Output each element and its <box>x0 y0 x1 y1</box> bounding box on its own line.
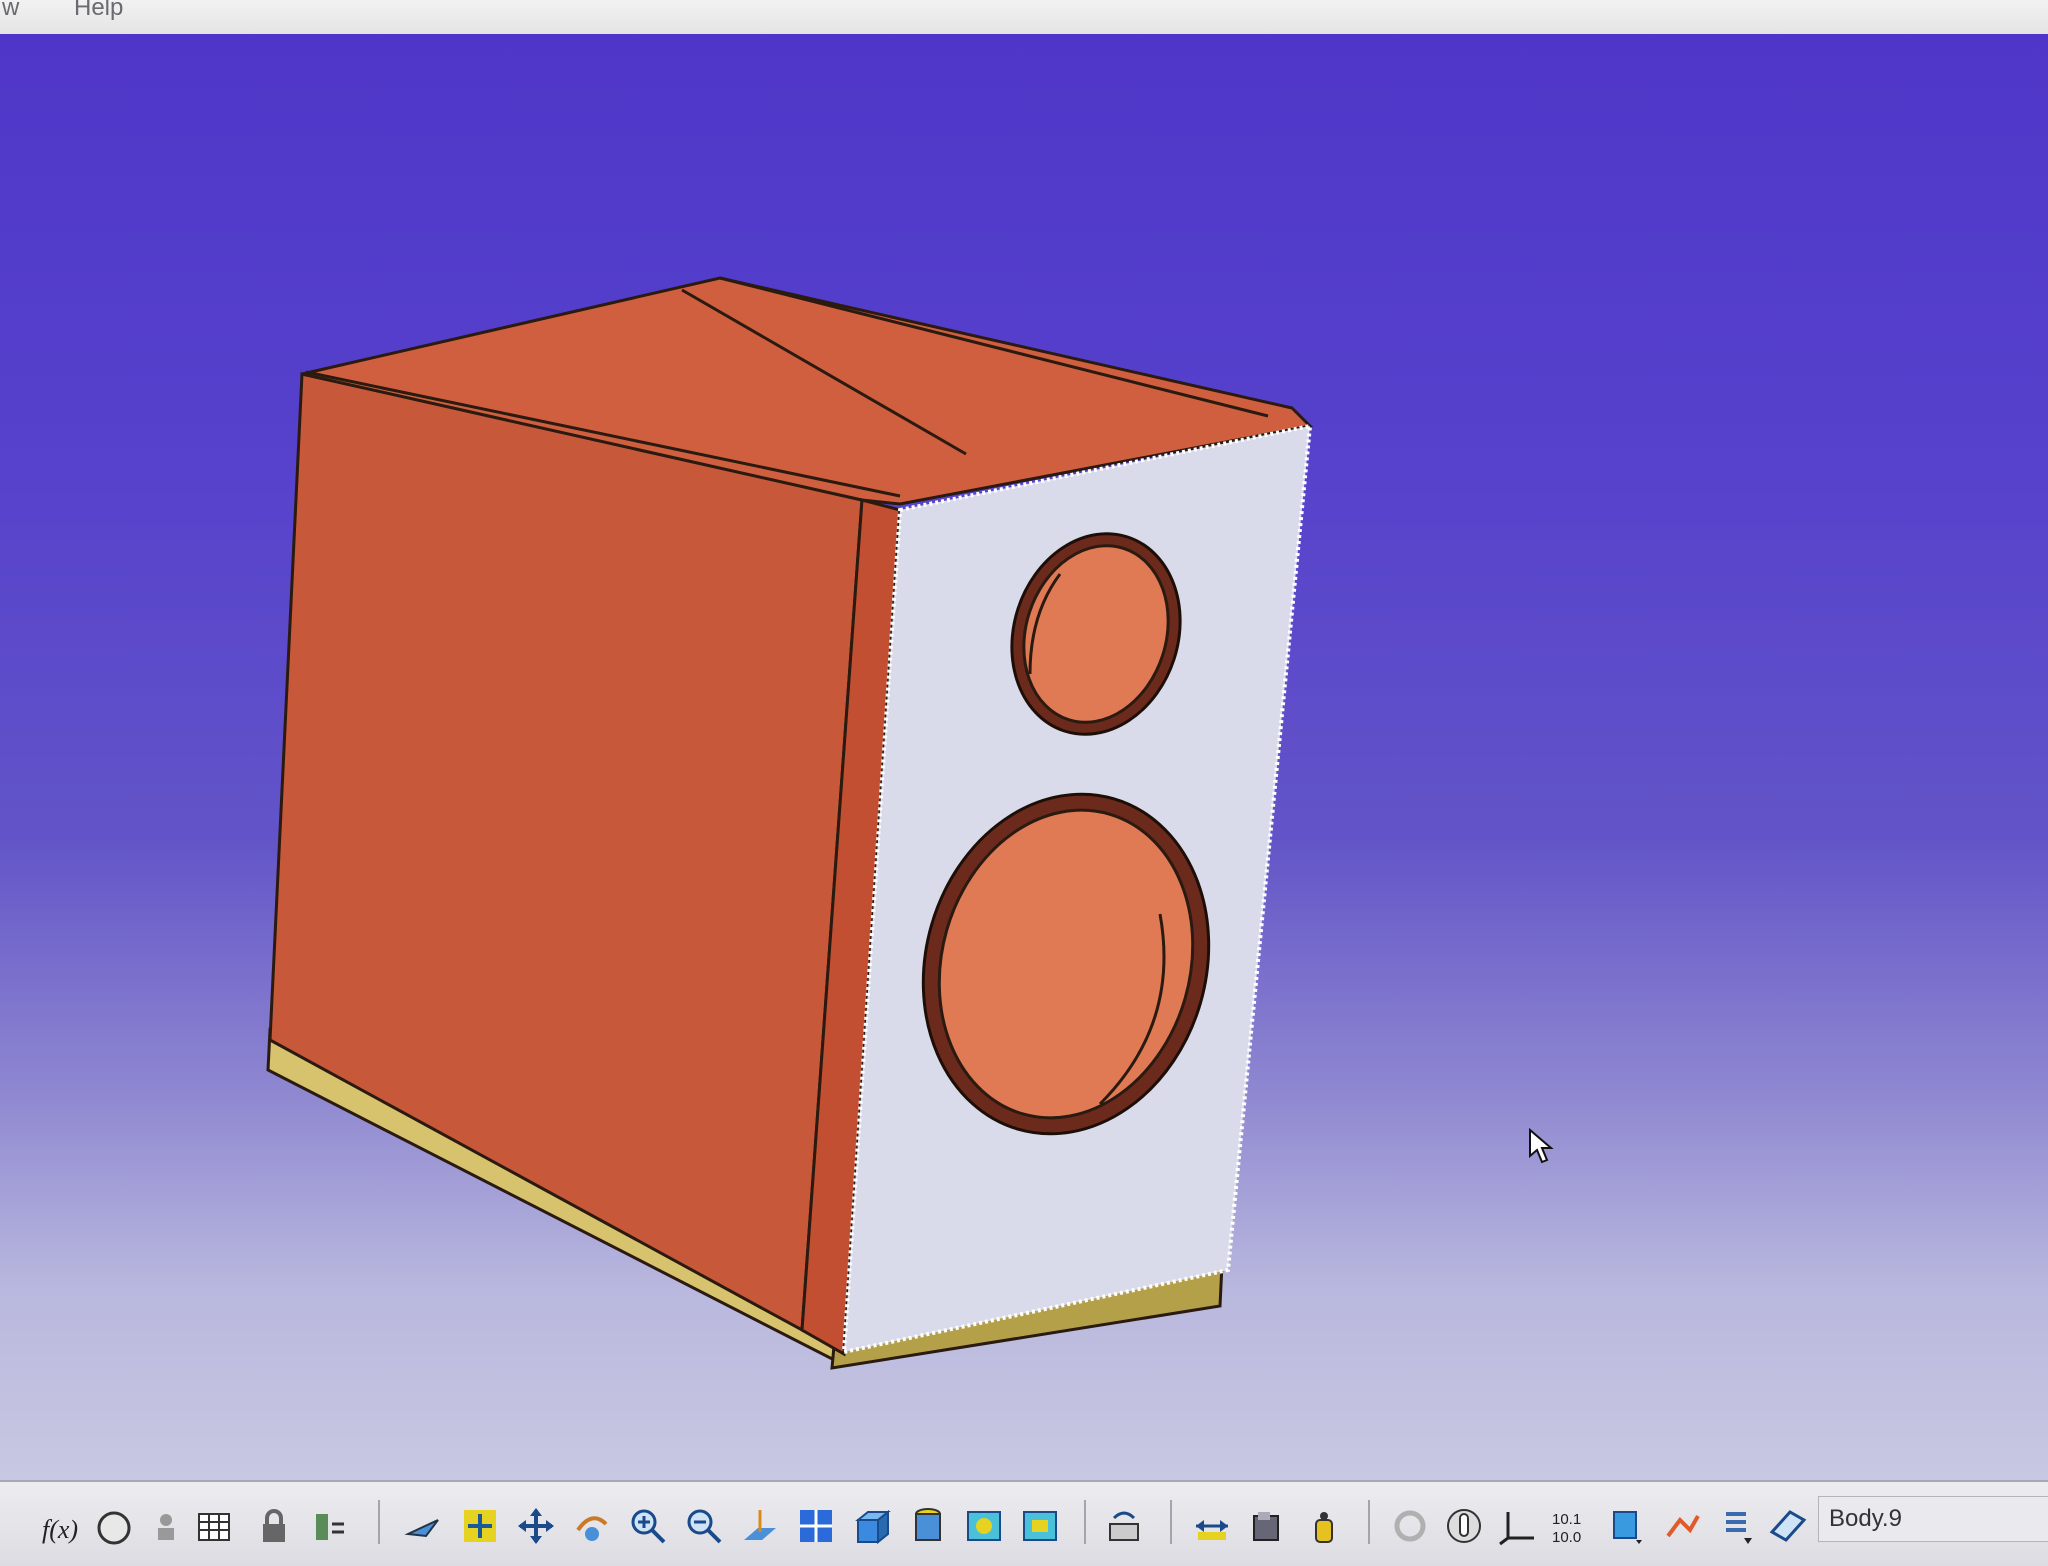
toolbar-separator <box>1170 1500 1172 1544</box>
sketch-icon[interactable] <box>1660 1504 1704 1548</box>
measure-item-icon[interactable] <box>1246 1504 1290 1548</box>
menu-item-help[interactable]: Help <box>74 0 123 22</box>
current-body-field[interactable]: Body.9 <box>1818 1496 2048 1542</box>
update-icon[interactable] <box>1388 1504 1432 1548</box>
toolbar-separator <box>378 1500 380 1544</box>
mouse-pointer-icon <box>1529 1128 1554 1164</box>
hide-show-icon[interactable] <box>962 1504 1006 1548</box>
axis-system-icon[interactable] <box>1496 1504 1540 1548</box>
user-icon[interactable] <box>144 1504 188 1548</box>
pan-icon[interactable] <box>514 1504 558 1548</box>
formula-icon[interactable]: f(x) <box>36 1504 80 1548</box>
model-scene <box>266 276 1314 1370</box>
menu-item-view[interactable]: w <box>2 0 19 22</box>
shading-icon[interactable] <box>906 1504 950 1548</box>
menu-bar: w Help <box>0 0 2048 36</box>
zoom-in-icon[interactable] <box>626 1504 670 1548</box>
svg-text:f(x): f(x) <box>42 1515 78 1544</box>
measure-between-icon[interactable] <box>1190 1504 1234 1548</box>
rotate-icon[interactable] <box>570 1504 614 1548</box>
3d-viewport[interactable] <box>0 34 2048 1494</box>
toolbar-separator <box>1084 1500 1086 1544</box>
bottom-toolbar: f(x) 10.1 10.0 Body.9 <box>0 1480 2048 1566</box>
normal-view-icon[interactable] <box>738 1504 782 1548</box>
table-icon[interactable] <box>192 1504 236 1548</box>
zoom-out-icon[interactable] <box>682 1504 726 1548</box>
isometric-view-icon[interactable] <box>850 1504 894 1548</box>
select-body-icon[interactable] <box>1766 1504 1810 1548</box>
cabinet-side-panel[interactable] <box>268 372 864 1333</box>
list-icon[interactable] <box>1712 1504 1756 1548</box>
dimension-icon[interactable]: 10.1 10.0 <box>1548 1504 1592 1548</box>
fly-mode-icon[interactable] <box>402 1504 446 1548</box>
section-icon[interactable] <box>1102 1504 1146 1548</box>
swap-visible-icon[interactable] <box>1018 1504 1062 1548</box>
svg-text:10.0: 10.0 <box>1552 1529 1581 1546</box>
manipulate-icon[interactable] <box>1442 1504 1486 1548</box>
lock-icon[interactable] <box>252 1504 296 1548</box>
fit-all-icon[interactable] <box>458 1504 502 1548</box>
knowledge-icon[interactable] <box>92 1504 136 1548</box>
plane-icon[interactable] <box>1604 1504 1648 1548</box>
svg-text:10.1: 10.1 <box>1552 1511 1581 1528</box>
parameter-icon[interactable] <box>308 1504 352 1548</box>
toolbar-separator <box>1368 1500 1370 1544</box>
multi-view-icon[interactable] <box>794 1504 838 1548</box>
measure-inertia-icon[interactable] <box>1302 1504 1346 1548</box>
